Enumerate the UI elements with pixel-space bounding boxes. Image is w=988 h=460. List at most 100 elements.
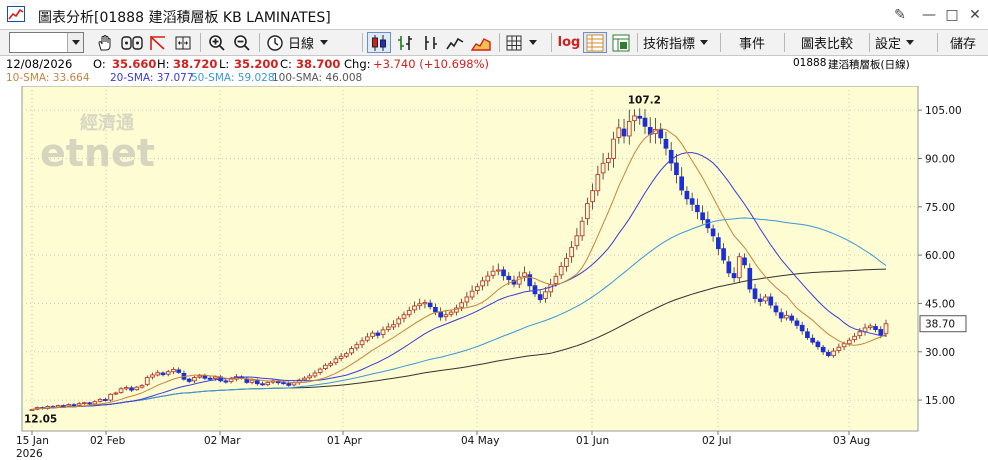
hlc-bar-icon[interactable]: [419, 32, 441, 53]
zoom-out-icon[interactable]: [231, 32, 253, 53]
close-button[interactable]: ✕: [964, 4, 986, 26]
candle-body: [506, 275, 512, 281]
candle-body: [569, 246, 574, 258]
y-tick-label: 60.00: [925, 250, 955, 262]
candle-body: [605, 158, 611, 164]
candle-body: [716, 237, 721, 250]
candle-body: [768, 296, 774, 306]
minimize-button[interactable]: —: [918, 4, 940, 26]
indicators-menu[interactable]: 技術指標: [643, 32, 715, 53]
trendline-draw-icon[interactable]: [147, 32, 169, 53]
open-label: O:: [93, 57, 106, 71]
candle-body: [522, 272, 527, 277]
candle-body: [375, 332, 381, 336]
compare-button[interactable]: 圖表比較: [790, 32, 864, 53]
candle-body: [97, 398, 103, 402]
candle-body: [679, 176, 685, 191]
candle-body: [286, 383, 292, 386]
crosshair-icon[interactable]: [120, 32, 144, 53]
candle-body: [406, 310, 412, 316]
sma100-legend: 100-SMA: 46.008: [272, 72, 363, 84]
toolbar-separator: [869, 33, 870, 52]
low-label: L:: [219, 57, 230, 71]
candle-body: [76, 403, 82, 406]
candle-body: [249, 379, 255, 383]
candle-body: [726, 261, 732, 274]
candle-body: [826, 351, 831, 357]
candle-body: [873, 326, 878, 330]
clock-icon[interactable]: [264, 32, 286, 53]
candle-body: [92, 401, 98, 405]
candle-body: [810, 337, 815, 343]
high-label: H:: [157, 57, 170, 71]
candlestick-chart-icon[interactable]: [367, 32, 391, 53]
period-selector[interactable]: 日線: [288, 32, 336, 53]
y-tick-label: 75.00: [925, 202, 955, 214]
candle-body: [490, 270, 496, 276]
log-scale-toggle[interactable]: log: [556, 32, 582, 53]
title-bar: 圖表分析[01888 建滔積層板 KB LAMINATES] ✎ — □ ✕: [0, 0, 988, 30]
candle-body: [600, 162, 606, 174]
zoom-in-icon[interactable]: [206, 32, 228, 53]
line-chart-icon[interactable]: [444, 32, 466, 53]
pin-icon[interactable]: ✎: [889, 4, 911, 26]
candle-body: [412, 305, 417, 311]
candle-body: [108, 393, 113, 401]
candle-body: [747, 267, 753, 290]
settings-label: 設定: [875, 37, 902, 52]
candle-body: [684, 190, 690, 200]
price-chart-svg[interactable]: 經濟通etnet15.0030.0045.0060.0075.0090.0010…: [0, 86, 988, 460]
candle-body: [260, 383, 265, 386]
candle-body: [103, 399, 108, 401]
candle-body: [61, 405, 66, 408]
maximize-button[interactable]: □: [941, 4, 963, 26]
candle-body: [354, 344, 360, 349]
sma10-legend: 10-SMA: 33.664: [6, 72, 90, 84]
candle-body: [396, 318, 402, 325]
candle-body: [171, 369, 176, 373]
chevron-down-icon: [906, 40, 915, 45]
candle-body: [616, 127, 622, 138]
zoom-range-icon[interactable]: [172, 32, 194, 53]
candle-body: [87, 402, 92, 405]
area-chart-icon[interactable]: [469, 32, 493, 53]
candle-body: [165, 371, 171, 375]
candle-body: [192, 377, 197, 382]
candle-body: [323, 364, 328, 370]
stock-code-dropdown-button[interactable]: [67, 33, 83, 52]
candle-body: [66, 404, 72, 407]
window-title: 圖表分析[01888 建滔積層板 KB LAMINATES]: [38, 10, 331, 26]
settings-menu[interactable]: 設定: [875, 32, 931, 53]
candle-body: [778, 312, 784, 319]
candle-body: [548, 284, 554, 293]
gridlines-menu[interactable]: [505, 32, 545, 53]
candle-body: [731, 273, 737, 279]
candle-body: [391, 324, 396, 328]
candle-body: [123, 387, 129, 390]
candle-body: [454, 307, 459, 313]
stock-code-combobox[interactable]: [9, 32, 84, 53]
close-label: C:: [280, 57, 292, 71]
toolbar-separator: [200, 33, 201, 52]
candle-body: [160, 372, 166, 376]
toolbar-separator: [937, 33, 938, 52]
chevron-down-icon: [529, 40, 537, 45]
price-table-icon[interactable]: [583, 32, 607, 53]
chevron-down-icon: [320, 40, 329, 45]
stock-code-input[interactable]: [10, 33, 68, 52]
price-chart[interactable]: 經濟通 etnet 15.00 30.00 45.00 60.00 75.00 90.00 10…: [0, 86, 988, 460]
change-value: +3.740 (+10.698%): [373, 57, 489, 71]
hand-pan-icon[interactable]: [94, 32, 116, 53]
chart-settings-icon[interactable]: [609, 32, 633, 53]
toolbar-separator: [551, 33, 552, 52]
candle-body: [344, 353, 349, 357]
candle-body: [202, 375, 208, 379]
save-button[interactable]: 儲存: [943, 32, 983, 53]
ohlc-bar-icon[interactable]: [394, 32, 416, 53]
candle-body: [433, 306, 438, 313]
chevron-down-icon: [72, 40, 80, 45]
candle-body: [197, 375, 202, 378]
candle-body: [71, 404, 77, 407]
y-tick-label: 15.00: [925, 395, 955, 407]
events-button[interactable]: 事件: [727, 32, 777, 53]
